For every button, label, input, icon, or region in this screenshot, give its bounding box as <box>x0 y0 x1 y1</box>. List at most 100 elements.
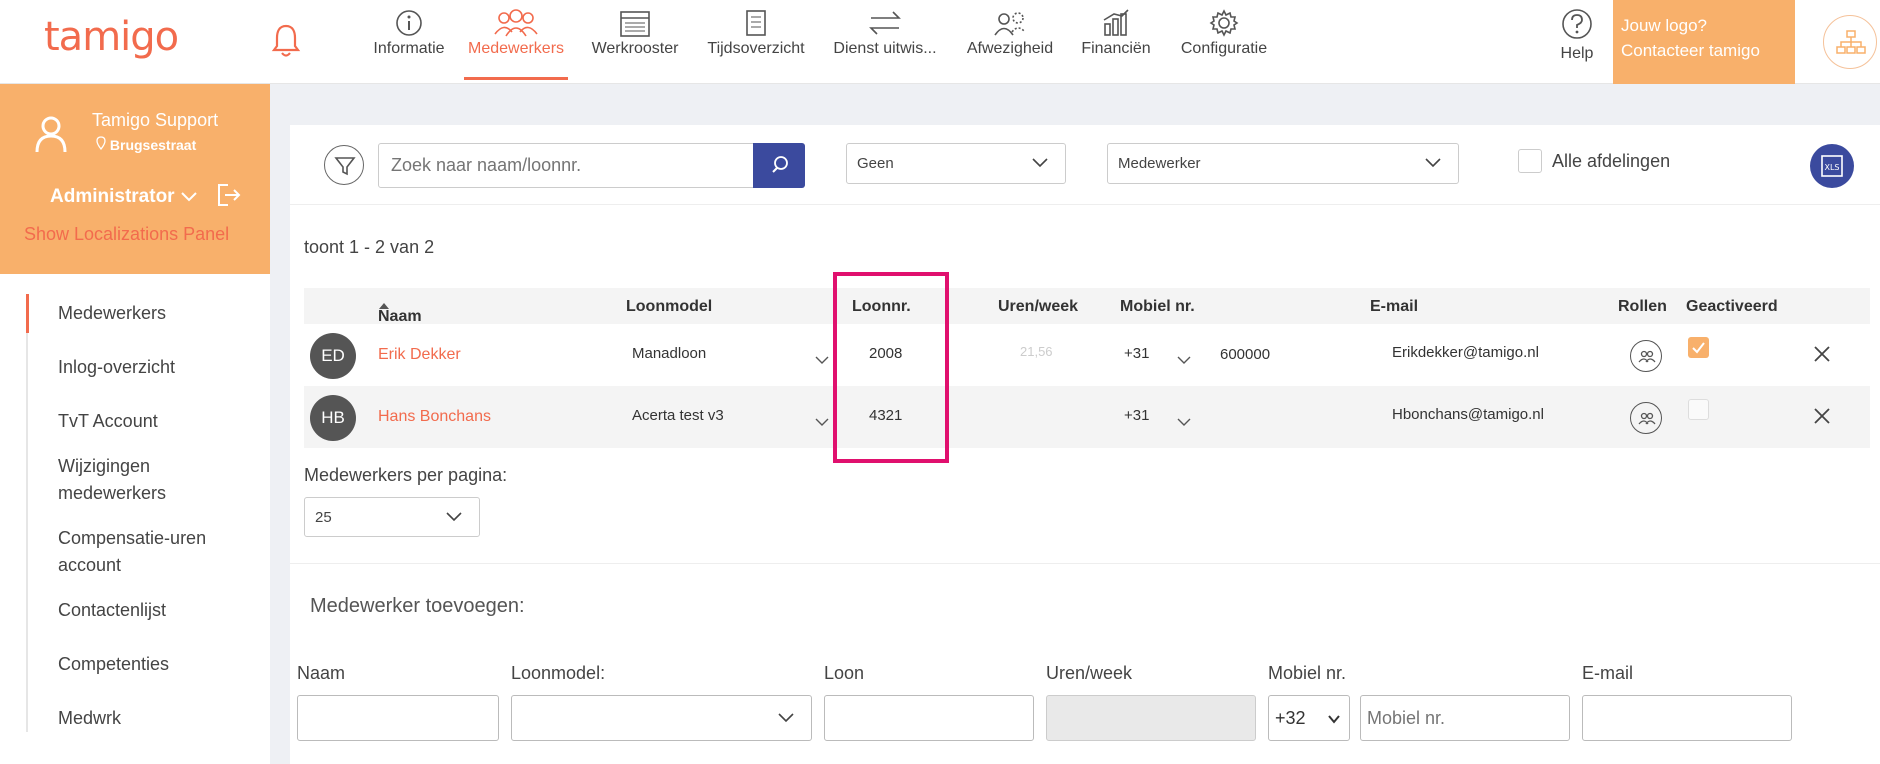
all-departments-checkbox[interactable] <box>1518 149 1542 173</box>
finance-icon <box>1103 9 1129 36</box>
timesheet-icon <box>746 10 766 36</box>
roles-icon <box>1638 350 1656 363</box>
avatar: HB <box>310 395 356 441</box>
add-mobile-input[interactable] <box>1360 695 1570 741</box>
chevron-down-icon <box>446 512 462 522</box>
nav-informatie[interactable]: Informatie <box>360 0 458 84</box>
main-content: Geen Medewerker Alle afdelingen XLS toon… <box>290 125 1880 764</box>
sidebar-item-medwrk[interactable]: Medwrk <box>28 705 270 732</box>
nav-medewerkers[interactable]: Medewerkers <box>458 0 574 84</box>
table-row: ED Erik Dekker Manadloon 2008 21,56 +31 … <box>304 324 1870 386</box>
loonnr-highlight-box <box>833 272 949 463</box>
export-xls-button[interactable]: XLS <box>1810 144 1854 188</box>
activated-checkbox[interactable] <box>1688 399 1709 420</box>
roles-button[interactable] <box>1630 340 1662 372</box>
xls-icon: XLS <box>1821 155 1843 177</box>
add-hours-label: Uren/week <box>1046 663 1133 683</box>
check-icon <box>1692 342 1705 354</box>
nav-werkrooster[interactable]: Werkrooster <box>574 0 696 84</box>
bell-icon[interactable] <box>270 20 302 60</box>
col-email: E-mail <box>1370 298 1419 315</box>
search-button[interactable] <box>753 143 805 188</box>
user-icon <box>35 116 67 153</box>
delete-icon[interactable] <box>1812 406 1832 426</box>
table-header: Naam Loonmodel Loonnr. Uren/week Mobiel … <box>304 288 1870 325</box>
export-label: XLS <box>1824 163 1839 172</box>
add-employee-title: Medewerker toevoegen: <box>310 595 525 617</box>
add-country-code-select[interactable]: +32 <box>1268 695 1350 741</box>
delete-icon[interactable] <box>1812 344 1832 364</box>
search-input[interactable] <box>378 143 754 188</box>
info-icon <box>396 10 422 36</box>
add-name-label: Naam <box>297 663 346 683</box>
activated-checkbox[interactable] <box>1688 337 1709 358</box>
table-row: HB Hans Bonchans Acerta test v3 4321 +31… <box>304 386 1870 448</box>
absence-icon <box>994 12 1026 36</box>
help-button[interactable]: Help <box>1555 8 1599 63</box>
employee-type-select[interactable]: Medewerker <box>1107 143 1459 184</box>
sidebar-item-competenties[interactable]: Competenties <box>28 651 270 678</box>
roles-icon <box>1638 412 1656 425</box>
divider <box>290 563 1880 564</box>
chevron-down-icon <box>815 418 829 426</box>
chevron-down-icon <box>1328 715 1340 724</box>
nav-dienst-uitwisselen[interactable]: Dienst uitwis... <box>816 0 954 84</box>
logout-icon[interactable] <box>216 182 242 208</box>
filter-button[interactable] <box>324 145 364 185</box>
sidebar-item-contactenlijst[interactable]: Contactenlijst <box>28 597 270 624</box>
roles-button[interactable] <box>1630 402 1662 434</box>
add-pay-label: Loon <box>824 663 865 683</box>
nav-afwezigheid[interactable]: Afwezigheid <box>954 0 1066 84</box>
col-mobile: Mobiel nr. <box>1120 298 1195 315</box>
org-chart-button[interactable] <box>1823 15 1877 69</box>
pay-model-select[interactable]: Acerta test v3 <box>632 407 829 433</box>
nav-tijdsoverzicht[interactable]: Tijdsoverzicht <box>696 0 816 84</box>
avatar: ED <box>310 333 356 379</box>
per-page-label: Medewerkers per pagina: <box>304 465 508 485</box>
logo-promo[interactable]: Jouw logo? Contacteer tamigo <box>1613 0 1795 84</box>
nav-financien[interactable]: Financiën <box>1066 0 1166 84</box>
hours-per-week: 21,56 <box>1020 344 1053 359</box>
chevron-down-icon <box>1177 356 1191 364</box>
sidebar-item-compensatie[interactable]: Compensatie-uren account <box>28 525 248 579</box>
chevron-down-icon[interactable] <box>180 190 198 202</box>
add-pay-model-label: Loonmodel: <box>511 663 606 683</box>
chevron-down-icon <box>1177 418 1191 426</box>
chevron-down-icon <box>1425 158 1441 168</box>
role-selector[interactable]: Administrator <box>50 186 175 208</box>
chevron-down-icon <box>815 356 829 364</box>
group-by-select[interactable]: Geen <box>846 143 1066 184</box>
employee-name-link[interactable]: Hans Bonchans <box>378 408 491 426</box>
email: Hbonchans@tamigo.nl <box>1392 406 1544 423</box>
sidebar-item-inlog-overzicht[interactable]: Inlog-overzicht <box>28 354 270 381</box>
sidebar-item-medewerkers[interactable]: Medewerkers <box>26 294 270 333</box>
nav-configuratie[interactable]: Configuratie <box>1166 0 1282 84</box>
add-hours-input <box>1046 695 1256 741</box>
show-localizations-link[interactable]: Show Localizations Panel <box>24 224 229 245</box>
chevron-down-icon <box>1032 158 1048 168</box>
add-pay-model-select[interactable] <box>511 695 812 741</box>
org-chart-icon <box>1836 30 1866 54</box>
col-activated: Geactiveerd <box>1686 298 1778 315</box>
per-page-select[interactable]: 25 <box>304 497 480 537</box>
add-name-input[interactable] <box>297 695 499 741</box>
mobile-prefix-select[interactable]: +31 <box>1124 345 1194 371</box>
filter-bar: Geen Medewerker Alle afdelingen XLS <box>290 125 1880 205</box>
sidebar-item-wijzigingen[interactable]: Wijzigingen medewerkers <box>28 453 198 507</box>
add-mobile-label: Mobiel nr. <box>1268 663 1347 683</box>
add-pay-input[interactable] <box>824 695 1034 741</box>
main-nav: Informatie Medewerkers Werkrooster Tijds… <box>360 0 1282 84</box>
employee-name-link[interactable]: Erik Dekker <box>378 346 461 364</box>
sidebar-item-tvt-account[interactable]: TvT Account <box>28 408 270 435</box>
sidebar-menu: Medewerkers Inlog-overzicht TvT Account … <box>26 294 270 732</box>
pay-model-select[interactable]: Manadloon <box>632 345 829 371</box>
mobile-prefix-select[interactable]: +31 <box>1124 407 1194 433</box>
employees-icon <box>494 9 538 37</box>
location-pin-icon <box>96 136 106 151</box>
add-email-input[interactable] <box>1582 695 1792 741</box>
search-icon <box>772 156 788 173</box>
col-pay-model: Loonmodel <box>626 298 713 315</box>
col-roles: Rollen <box>1618 298 1667 315</box>
col-name[interactable]: Naam <box>378 298 422 325</box>
tamigo-logo[interactable]: tamigo <box>44 14 179 60</box>
